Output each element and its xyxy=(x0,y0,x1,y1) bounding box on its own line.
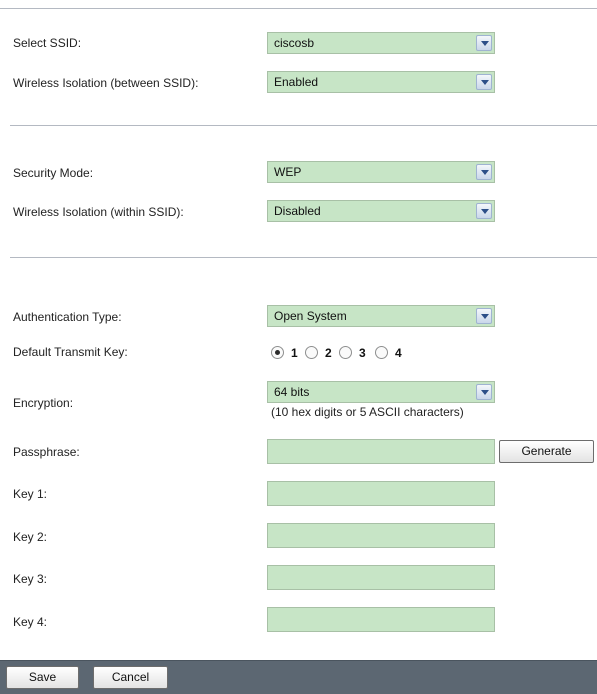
default-key-label: Default Transmit Key: xyxy=(13,345,128,359)
security-mode-value: WEP xyxy=(274,165,302,179)
isolation-between-dropdown[interactable]: Enabled xyxy=(267,71,495,93)
chevron-down-icon xyxy=(476,164,492,180)
default-key-option-label: 3 xyxy=(359,346,366,360)
chevron-down-icon xyxy=(476,74,492,90)
key3-input[interactable] xyxy=(267,565,495,590)
footer-bar: Save Cancel xyxy=(0,660,597,694)
key4-label: Key 4: xyxy=(13,615,48,629)
encryption-dropdown[interactable]: 64 bits xyxy=(267,381,495,403)
security-mode-label: Security Mode: xyxy=(13,166,94,180)
key2-input[interactable] xyxy=(267,523,495,548)
key1-input[interactable] xyxy=(267,481,495,506)
select-ssid-value: ciscosb xyxy=(274,36,315,50)
encryption-hint: (10 hex digits or 5 ASCII characters) xyxy=(271,405,464,419)
encryption-label: Encryption: xyxy=(13,396,74,410)
passphrase-input[interactable] xyxy=(267,439,495,464)
auth-type-label: Authentication Type: xyxy=(13,310,122,324)
auth-type-value: Open System xyxy=(274,309,347,323)
chevron-down-icon xyxy=(476,203,492,219)
section-divider xyxy=(10,257,597,258)
default-key-option-label: 2 xyxy=(325,346,332,360)
default-key-radio-1[interactable] xyxy=(271,346,284,359)
isolation-within-value: Disabled xyxy=(274,204,321,218)
cancel-button[interactable]: Cancel xyxy=(93,666,168,689)
isolation-between-label: Wireless Isolation (between SSID): xyxy=(13,76,199,90)
key1-label: Key 1: xyxy=(13,487,48,501)
save-button[interactable]: Save xyxy=(6,666,79,689)
default-key-radio-2[interactable] xyxy=(305,346,318,359)
passphrase-label: Passphrase: xyxy=(13,445,80,459)
isolation-between-value: Enabled xyxy=(274,75,319,89)
select-ssid-dropdown[interactable]: ciscosb xyxy=(267,32,495,54)
chevron-down-icon xyxy=(476,384,492,400)
top-divider xyxy=(0,8,597,9)
select-ssid-label: Select SSID: xyxy=(13,36,82,50)
security-mode-dropdown[interactable]: WEP xyxy=(267,161,495,183)
section-divider xyxy=(10,125,597,126)
chevron-down-icon xyxy=(476,35,492,51)
key4-input[interactable] xyxy=(267,607,495,632)
default-key-radio-3[interactable] xyxy=(339,346,352,359)
default-key-option-label: 1 xyxy=(291,346,298,360)
isolation-within-dropdown[interactable]: Disabled xyxy=(267,200,495,222)
key3-label: Key 3: xyxy=(13,572,48,586)
generate-button[interactable]: Generate xyxy=(499,440,594,463)
key2-label: Key 2: xyxy=(13,530,48,544)
auth-type-dropdown[interactable]: Open System xyxy=(267,305,495,327)
encryption-value: 64 bits xyxy=(274,385,310,399)
isolation-within-label: Wireless Isolation (within SSID): xyxy=(13,205,184,219)
default-key-radio-4[interactable] xyxy=(375,346,388,359)
default-key-option-label: 4 xyxy=(395,346,402,360)
chevron-down-icon xyxy=(476,308,492,324)
